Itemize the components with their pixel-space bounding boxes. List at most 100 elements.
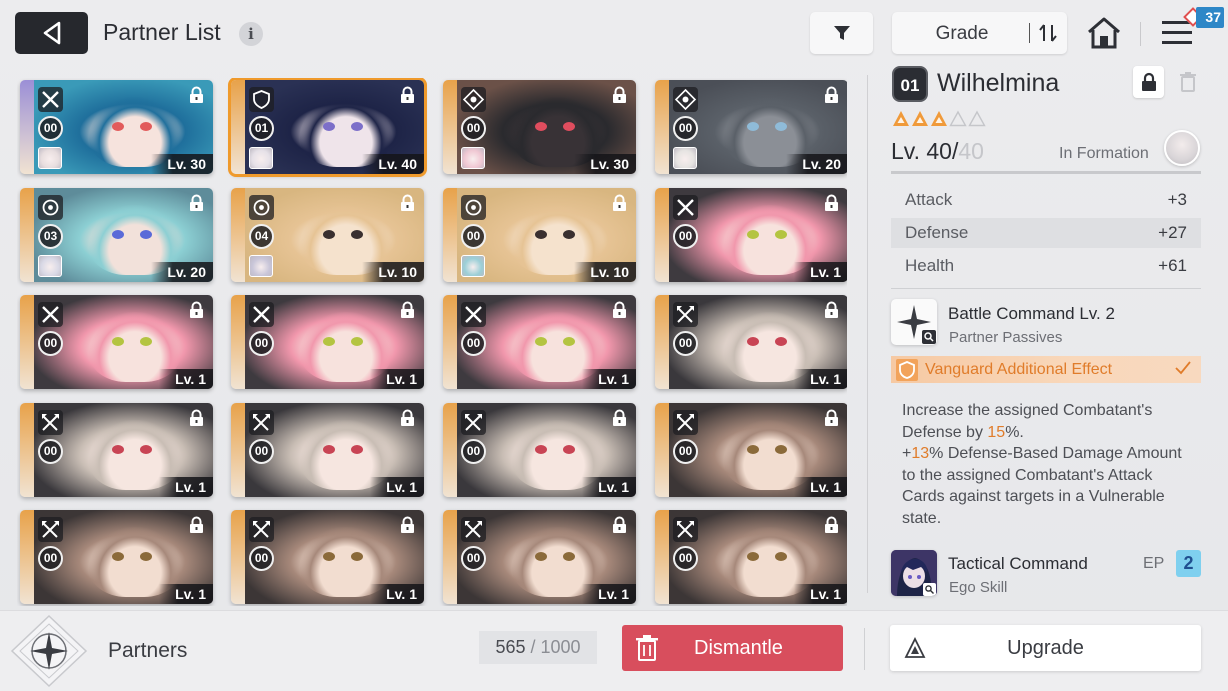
card-number: 00 xyxy=(673,546,698,571)
card-stripe xyxy=(655,295,669,389)
lock-icon[interactable] xyxy=(188,409,205,427)
grade-stars xyxy=(892,110,986,128)
grade-separator xyxy=(1029,23,1030,43)
card-stripe xyxy=(443,80,457,174)
class-sword-icon xyxy=(38,302,63,327)
formation-mini-avatar xyxy=(249,255,273,277)
trash-icon xyxy=(1179,72,1196,92)
partner-card[interactable]: 00 Lv. 1 xyxy=(231,403,424,497)
partner-card[interactable]: 01 Lv. 40 xyxy=(228,78,427,177)
portrait-eyes xyxy=(106,552,166,562)
class-blade-icon xyxy=(38,517,63,542)
lock-icon[interactable] xyxy=(188,301,205,319)
card-number: 00 xyxy=(38,546,63,571)
ego-skill-icon[interactable] xyxy=(891,550,937,596)
partner-card[interactable]: 04 Lv. 10 xyxy=(231,188,424,282)
partner-name: Wilhelmina xyxy=(937,69,1060,97)
lock-icon[interactable] xyxy=(823,516,840,534)
sort-grade-button[interactable]: Grade xyxy=(892,12,1067,54)
card-stripe xyxy=(655,188,669,282)
lock-icon[interactable] xyxy=(188,194,205,212)
rank-badge: 01 xyxy=(892,66,928,102)
card-stripe xyxy=(231,80,245,174)
partner-card[interactable]: 00 Lv. 30 xyxy=(443,80,636,174)
partner-card[interactable]: 00 Lv. 20 xyxy=(655,80,847,174)
lock-icon[interactable] xyxy=(399,194,416,212)
lock-icon[interactable] xyxy=(611,194,628,212)
portrait-eyes xyxy=(317,445,377,455)
dismantle-button[interactable]: Dismantle xyxy=(622,625,843,671)
partner-card[interactable]: 00 Lv. 30 xyxy=(20,80,213,174)
lock-icon[interactable] xyxy=(823,409,840,427)
card-level: Lv. 10 xyxy=(574,262,636,282)
card-level: Lv. 1 xyxy=(370,369,424,389)
card-stripe xyxy=(20,188,34,282)
lock-icon[interactable] xyxy=(823,194,840,212)
lock-icon[interactable] xyxy=(399,301,416,319)
portrait-eyes xyxy=(529,122,589,132)
lock-icon[interactable] xyxy=(823,301,840,319)
partner-card[interactable]: 00 Lv. 1 xyxy=(655,510,847,604)
desc-highlight: 15 xyxy=(987,423,1006,441)
lock-icon[interactable] xyxy=(188,516,205,534)
partner-card[interactable]: 00 Lv. 1 xyxy=(655,188,847,282)
level-current: Lv. 40/ xyxy=(891,138,959,164)
partner-card[interactable]: 00 Lv. 1 xyxy=(231,295,424,389)
card-number: 00 xyxy=(461,546,486,571)
level-display: Lv. 40/40 xyxy=(891,138,984,165)
class-sword-icon xyxy=(673,195,698,220)
passive-skill-icon[interactable] xyxy=(891,299,937,345)
card-level: Lv. 1 xyxy=(582,584,636,604)
ep-cost-badge: 2 xyxy=(1176,550,1201,577)
upgrade-button[interactable]: Upgrade xyxy=(890,625,1201,671)
lock-icon[interactable] xyxy=(611,301,628,319)
delete-button[interactable] xyxy=(1172,66,1203,98)
star-filled-icon xyxy=(931,111,947,126)
partner-card[interactable]: 00 Lv. 1 xyxy=(443,510,636,604)
card-stripe xyxy=(231,188,245,282)
lock-icon[interactable] xyxy=(399,409,416,427)
partner-card[interactable]: 03 Lv. 20 xyxy=(20,188,213,282)
back-button[interactable] xyxy=(15,12,88,54)
lock-icon[interactable] xyxy=(399,86,416,104)
ep-label: EP xyxy=(1143,555,1165,572)
partner-card[interactable]: 00 Lv. 1 xyxy=(443,403,636,497)
card-level: Lv. 1 xyxy=(794,262,847,282)
header-divider xyxy=(1140,22,1141,46)
partner-card[interactable]: 00 Lv. 1 xyxy=(20,510,213,604)
lock-icon[interactable] xyxy=(823,86,840,104)
card-stripe xyxy=(443,295,457,389)
lock-icon[interactable] xyxy=(188,86,205,104)
filter-button[interactable] xyxy=(810,12,873,54)
info-icon[interactable]: i xyxy=(239,22,263,46)
sort-icon[interactable] xyxy=(1037,22,1059,44)
partner-card[interactable]: 00 Lv. 1 xyxy=(655,403,847,497)
partner-card[interactable]: 00 Lv. 1 xyxy=(655,295,847,389)
ego-skill-type: Ego Skill xyxy=(949,579,1008,596)
partner-card[interactable]: 00 Lv. 1 xyxy=(231,510,424,604)
partner-card[interactable]: 00 Lv. 10 xyxy=(443,188,636,282)
lock-button[interactable] xyxy=(1133,66,1164,98)
card-number: 00 xyxy=(461,439,486,464)
card-level: Lv. 1 xyxy=(794,477,847,497)
stat-label: Health xyxy=(905,256,955,275)
card-number: 00 xyxy=(673,224,698,249)
partner-card[interactable]: 00 Lv. 1 xyxy=(443,295,636,389)
desc-text: + xyxy=(902,445,912,463)
vanguard-effect-bar: Vanguard Additional Effect xyxy=(891,356,1201,383)
trash-icon xyxy=(636,635,658,661)
capacity-max: 1000 xyxy=(540,637,581,657)
lock-icon[interactable] xyxy=(611,86,628,104)
lock-icon[interactable] xyxy=(611,516,628,534)
card-level: Lv. 20 xyxy=(151,262,213,282)
card-level: Lv. 30 xyxy=(574,154,636,174)
partner-card[interactable]: 00 Lv. 1 xyxy=(20,295,213,389)
lock-icon[interactable] xyxy=(399,516,416,534)
card-level: Lv. 1 xyxy=(794,369,847,389)
home-icon[interactable] xyxy=(1086,16,1122,50)
class-blade-icon xyxy=(673,517,698,542)
dismantle-label: Dismantle xyxy=(694,637,783,659)
lock-icon[interactable] xyxy=(611,409,628,427)
partner-card[interactable]: 00 Lv. 1 xyxy=(20,403,213,497)
desc-text: %. xyxy=(1005,423,1024,441)
